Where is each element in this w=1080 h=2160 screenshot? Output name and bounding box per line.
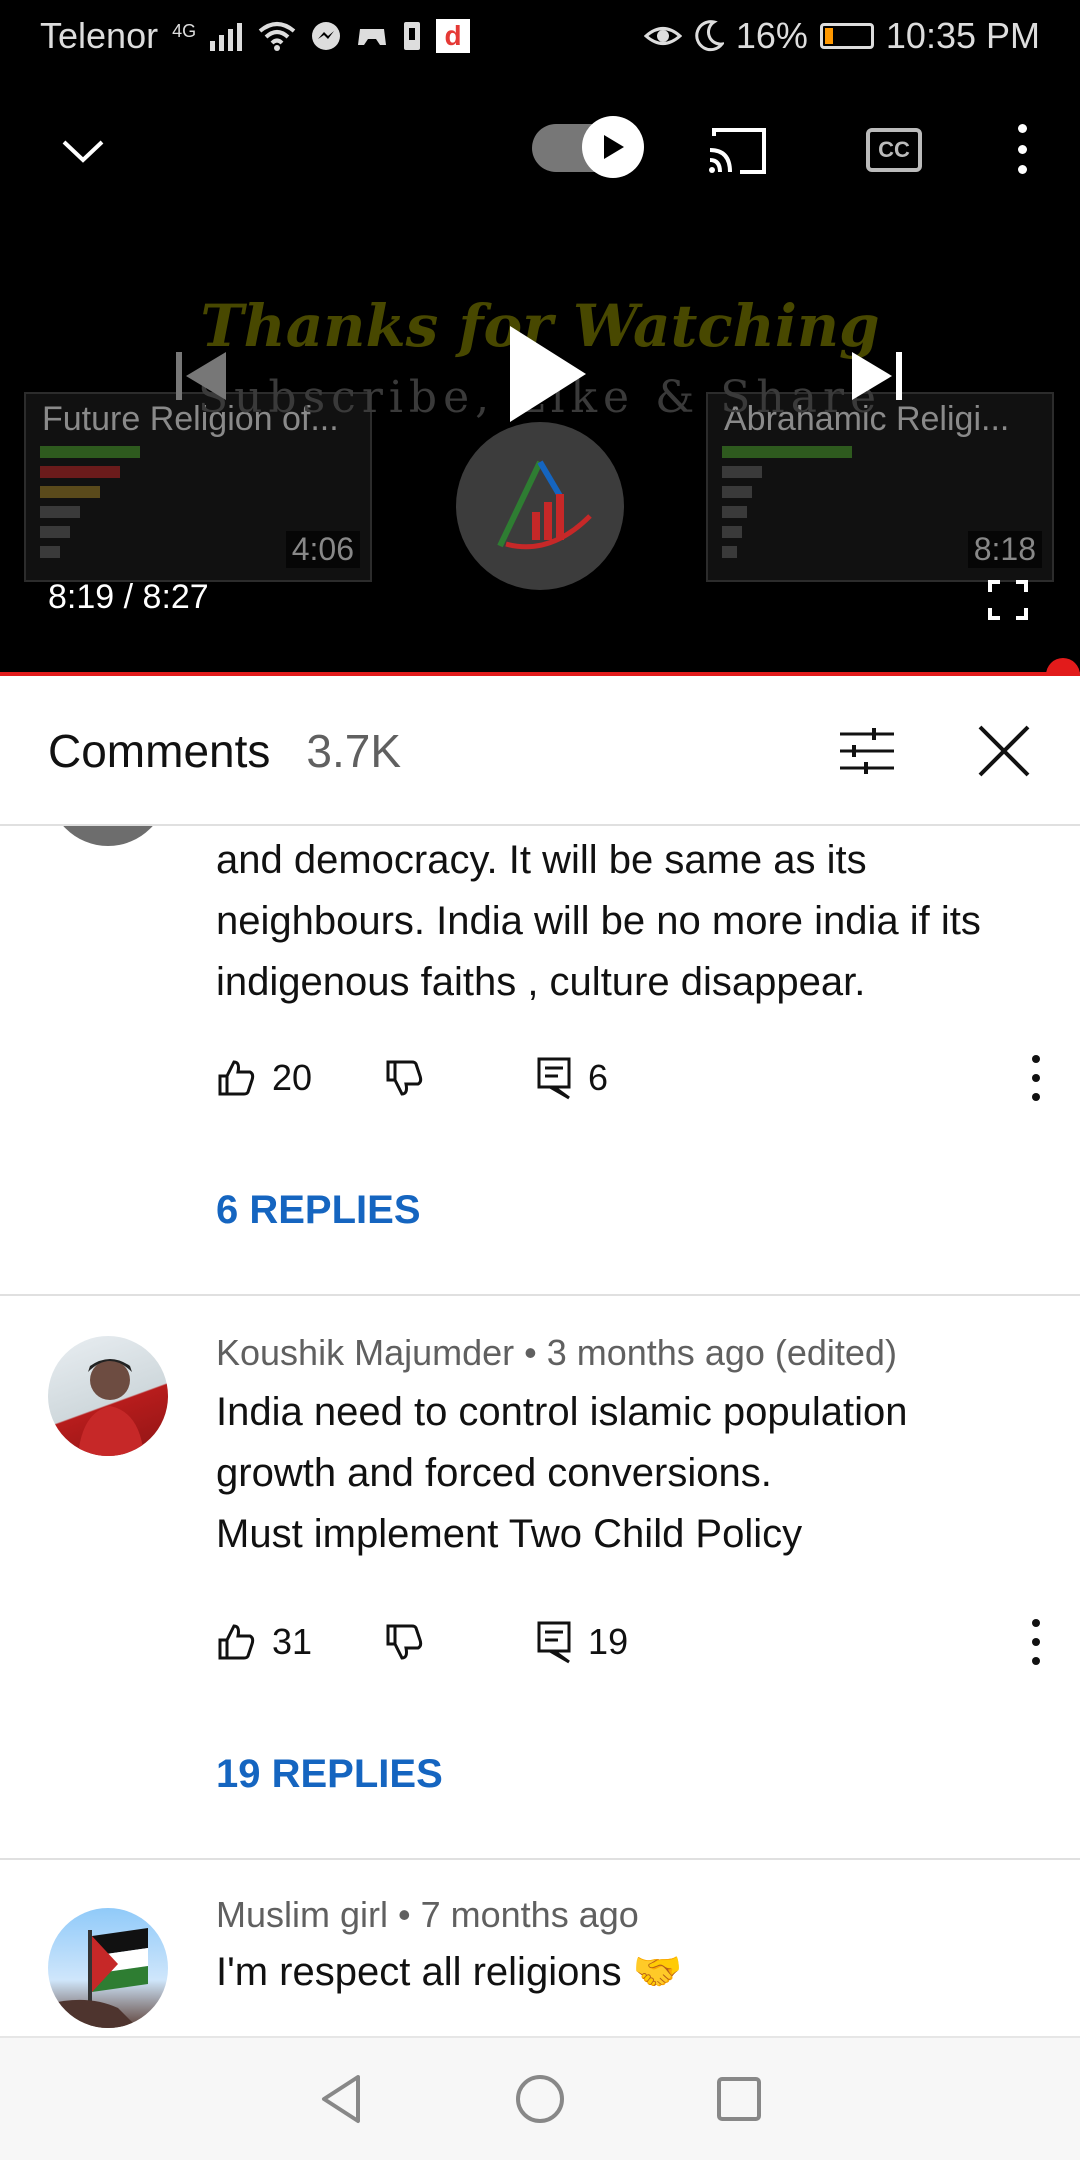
progress-bar[interactable] bbox=[0, 672, 1080, 676]
like-icon[interactable] bbox=[216, 1058, 256, 1098]
comment-text: I'm respect all religions 🤝 bbox=[216, 1950, 683, 1994]
reply-count: 19 bbox=[588, 1621, 629, 1662]
play-icon[interactable] bbox=[506, 322, 590, 426]
avatar[interactable] bbox=[48, 1336, 168, 1456]
comment-text: and democracy. It will be same as its ne… bbox=[216, 838, 981, 1004]
reply-icon[interactable] bbox=[536, 1620, 572, 1664]
moon-icon bbox=[695, 20, 724, 52]
duration: 8:27 bbox=[142, 578, 209, 616]
comments-title: Comments bbox=[48, 725, 271, 777]
time-display: 8:19 / 8:27 bbox=[48, 578, 209, 617]
fullscreen-icon[interactable] bbox=[988, 580, 1028, 620]
eye-icon bbox=[643, 27, 682, 45]
signal-icon bbox=[210, 23, 243, 51]
d-app-icon: d bbox=[436, 19, 471, 53]
messenger-icon bbox=[312, 22, 341, 50]
sim-icon bbox=[404, 22, 421, 50]
collapse-icon[interactable] bbox=[60, 136, 106, 166]
current-time: 8:19 bbox=[48, 578, 115, 616]
avatar[interactable] bbox=[48, 1908, 168, 2028]
more-icon[interactable] bbox=[1012, 124, 1032, 174]
back-icon[interactable] bbox=[318, 2073, 364, 2125]
comment-author-meta: Muslim girl • 7 months ago bbox=[216, 1894, 639, 1935]
comment-actions: 20 6 bbox=[216, 1048, 1046, 1108]
divider bbox=[0, 1294, 1080, 1296]
wifi-icon bbox=[258, 22, 296, 51]
home-icon[interactable] bbox=[514, 2073, 566, 2125]
comments-list[interactable]: and democracy. It will be same as its ne… bbox=[0, 826, 1080, 2036]
like-count: 20 bbox=[272, 1057, 313, 1098]
scrubber-handle[interactable] bbox=[1045, 658, 1080, 676]
view-replies-button[interactable]: 19 REPLIES bbox=[216, 1752, 443, 1797]
comment-author-meta: Koushik Majumder • 3 months ago (edited) bbox=[216, 1332, 897, 1373]
reply-count: 6 bbox=[588, 1057, 609, 1098]
game-icon bbox=[358, 29, 387, 45]
battery-icon bbox=[819, 23, 874, 49]
view-replies-button[interactable]: 6 REPLIES bbox=[216, 1188, 421, 1233]
time-separator: / bbox=[114, 578, 143, 616]
carrier-label: Telenor bbox=[40, 15, 159, 56]
end-card-duration: 4:06 bbox=[285, 531, 360, 568]
clock: 10:35 PM bbox=[885, 15, 1040, 56]
cc-icon[interactable]: CC bbox=[866, 128, 922, 172]
end-card-thumbnail bbox=[40, 446, 220, 566]
like-icon[interactable] bbox=[216, 1622, 256, 1662]
divider bbox=[0, 1858, 1080, 1860]
network-label: 4G bbox=[172, 21, 197, 41]
comment-more-icon[interactable] bbox=[1026, 1055, 1046, 1101]
autoplay-play-icon bbox=[604, 135, 624, 159]
battery-percent: 16% bbox=[735, 15, 808, 56]
comment-actions: 31 19 bbox=[216, 1612, 1046, 1672]
avatar[interactable] bbox=[48, 826, 168, 846]
like-count: 31 bbox=[272, 1621, 313, 1662]
progress-fill bbox=[0, 672, 1063, 676]
dislike-icon[interactable] bbox=[384, 1058, 424, 1098]
end-card-duration: 8:18 bbox=[967, 531, 1042, 568]
close-icon[interactable] bbox=[976, 723, 1032, 779]
status-bar: Telenor 4G d 16% 10:35 PM bbox=[0, 0, 1080, 72]
comments-header: Comments 3.7K bbox=[0, 678, 1080, 826]
comment-more-icon[interactable] bbox=[1026, 1619, 1046, 1665]
cast-icon[interactable] bbox=[706, 124, 768, 176]
video-player[interactable]: Future Religion of... 4:06 Abrahamic Rel… bbox=[0, 72, 1080, 676]
dislike-icon[interactable] bbox=[384, 1622, 424, 1662]
reply-icon[interactable] bbox=[536, 1056, 572, 1100]
system-nav-bar bbox=[0, 2036, 1080, 2160]
comment-text: India need to control islamic population… bbox=[216, 1390, 908, 1556]
next-icon[interactable] bbox=[846, 346, 906, 406]
sort-icon[interactable] bbox=[838, 726, 896, 776]
autoplay-knob[interactable] bbox=[582, 116, 644, 178]
previous-icon[interactable] bbox=[172, 346, 232, 406]
comments-count: 3.7K bbox=[306, 725, 402, 777]
recents-icon[interactable] bbox=[716, 2076, 762, 2122]
channel-logo bbox=[456, 422, 624, 590]
end-card-thumbnail bbox=[722, 446, 902, 566]
